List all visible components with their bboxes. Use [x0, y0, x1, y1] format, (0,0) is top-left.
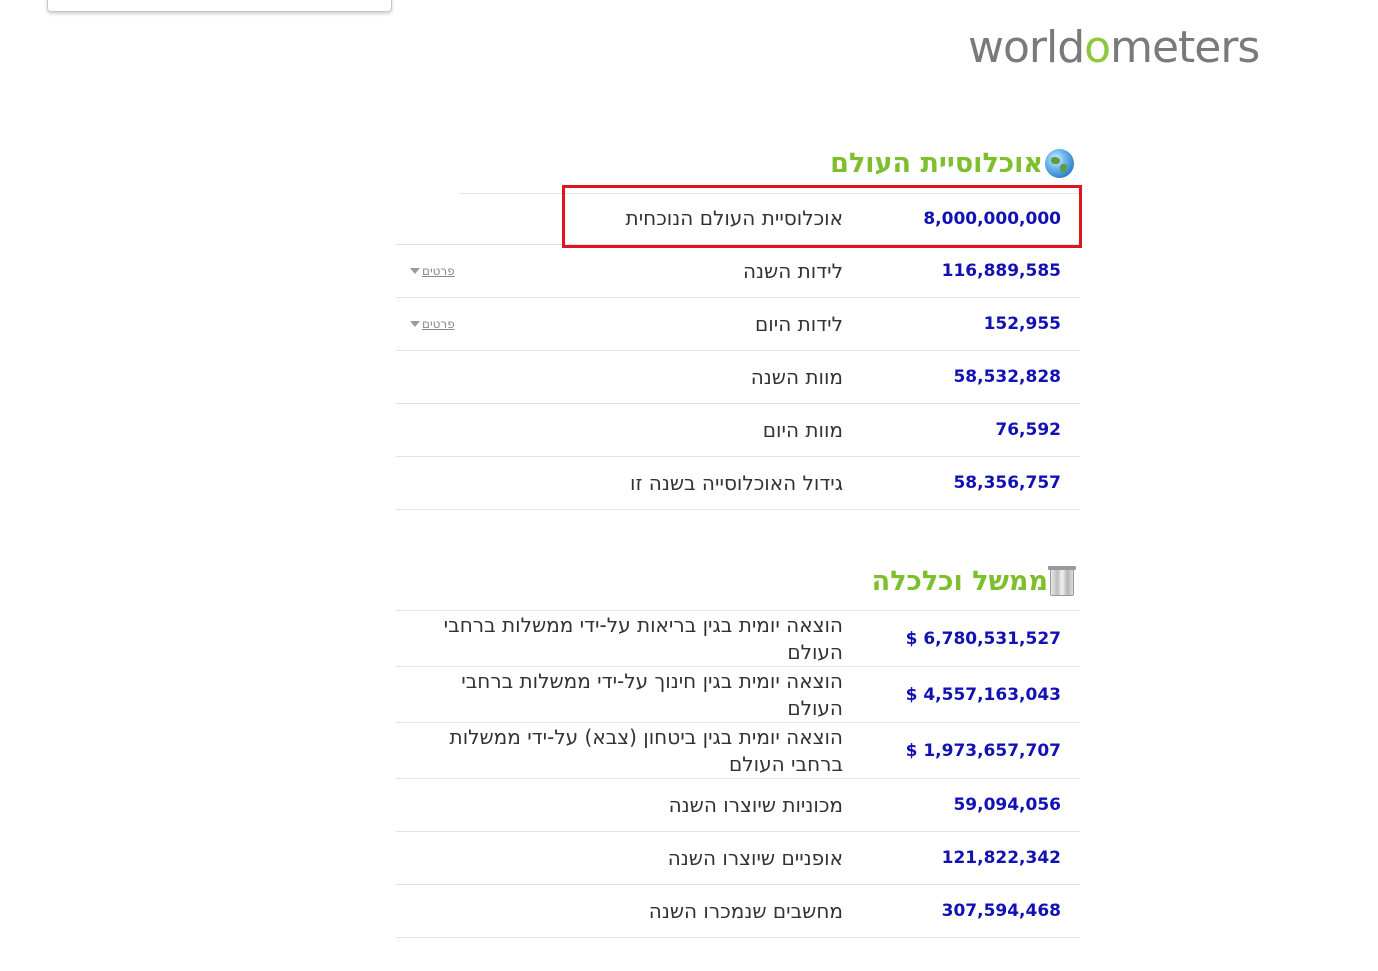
stat-label: אופניים שיוצרו השנה — [667, 845, 843, 870]
stat-value: 58,532,828 — [953, 367, 1061, 387]
table-row: $ 4,557,163,043 הוצאה יומית בגין חינוך ע… — [396, 667, 1080, 723]
table-row: 58,532,828 מוות השנה — [396, 351, 1080, 404]
stat-label: הוצאה יומית בגין ביטחון (צבא) על-ידי ממש… — [449, 724, 843, 776]
table-row: 307,594,468 מחשבים שנמכרו השנה — [396, 885, 1080, 938]
stat-value: 152,955 — [983, 314, 1061, 334]
population-table: 8,000,000,000 אוכלוסיית העולם הנוכחית 11… — [396, 193, 1080, 510]
stat-label: מכוניות שיוצרו השנה — [668, 792, 843, 817]
details-link[interactable]: פרטים — [410, 298, 455, 350]
stat-label: מוות השנה — [750, 364, 843, 389]
stat-value: 76,592 — [995, 420, 1061, 440]
table-row: 116,889,585 לידות השנה פרטים — [396, 245, 1080, 298]
stat-label: לידות היום — [755, 311, 843, 336]
table-row: 76,592 מוות היום — [396, 404, 1080, 457]
stat-value: 307,594,468 — [941, 901, 1061, 921]
stat-label: גידול האוכלוסייה בשנה זו — [630, 470, 843, 495]
stat-label: אוכלוסיית העולם הנוכחית — [625, 206, 843, 230]
stat-label: הוצאה יומית בגין חינוך על-ידי ממשלות ברח… — [461, 668, 843, 720]
stat-value: $ 4,557,163,043 — [905, 684, 1061, 705]
stat-value: 59,094,056 — [953, 795, 1061, 815]
section-title-government-economics: ממשל וכלכלה — [872, 565, 1076, 597]
stat-label: הוצאה יומית בגין בריאות על-ידי ממשלות בר… — [443, 612, 843, 664]
stat-value: $ 1,973,657,707 — [905, 740, 1061, 761]
table-row: $ 1,973,657,707 הוצאה יומית בגין ביטחון … — [396, 723, 1080, 779]
stat-value: $ 6,780,531,527 — [905, 628, 1061, 649]
caret-down-icon — [410, 268, 420, 274]
stat-label: מחשבים שנמכרו השנה — [648, 898, 843, 923]
pillar-icon — [1048, 565, 1076, 596]
stat-label: לידות השנה — [742, 258, 843, 283]
globe-icon — [1045, 149, 1074, 178]
table-row: 58,356,757 גידול האוכלוסייה בשנה זו — [396, 457, 1080, 510]
stat-value: 121,822,342 — [941, 848, 1061, 868]
details-link[interactable]: פרטים — [410, 245, 455, 297]
table-row: 121,822,342 אופניים שיוצרו השנה — [396, 832, 1080, 885]
stat-value: 116,889,585 — [941, 261, 1061, 281]
stat-label: מוות היום — [762, 417, 843, 442]
table-row: 59,094,056 מכוניות שיוצרו השנה — [396, 779, 1080, 832]
caret-down-icon — [410, 321, 420, 327]
dropdown-panel-edge — [47, 0, 392, 12]
worldometers-logo[interactable]: worldometers — [968, 22, 1308, 74]
stat-value: 58,356,757 — [953, 473, 1061, 493]
section-title-world-population: אוכלוסיית העולם — [830, 148, 1074, 179]
table-row: $ 6,780,531,527 הוצאה יומית בגין בריאות … — [396, 611, 1080, 667]
table-row: 152,955 לידות היום פרטים — [396, 298, 1080, 351]
economics-table: $ 6,780,531,527 הוצאה יומית בגין בריאות … — [396, 611, 1080, 938]
table-row: 8,000,000,000 אוכלוסיית העולם הנוכחית — [396, 193, 1080, 245]
stat-value: 8,000,000,000 — [923, 208, 1061, 229]
